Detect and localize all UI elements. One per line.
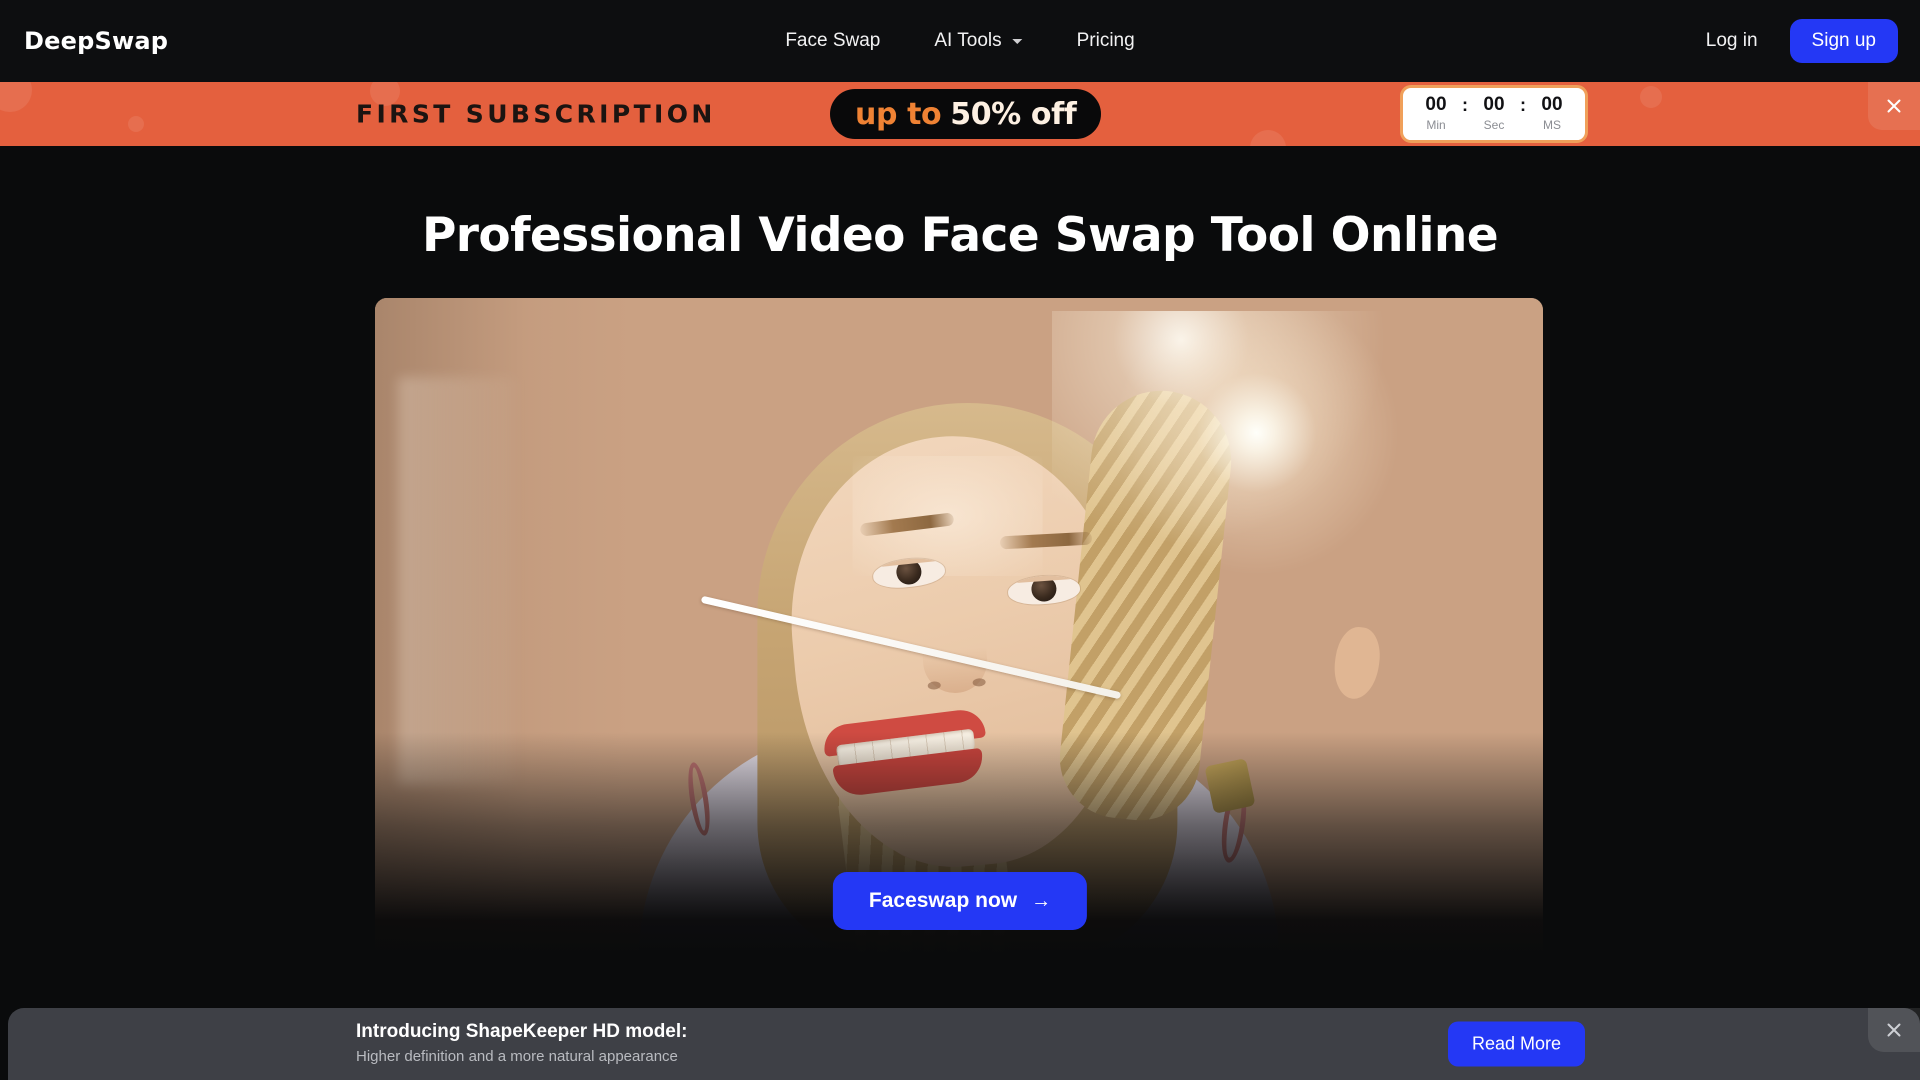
notice-text-group: Introducing ShapeKeeper HD model: Higher…: [356, 1021, 687, 1065]
page-title: Professional Video Face Swap Tool Online: [421, 208, 1499, 263]
timer-seconds-value: 00: [1483, 94, 1505, 116]
faceswap-now-button[interactable]: Faceswap now →: [832, 872, 1088, 930]
timer-separator: :: [1520, 95, 1526, 116]
nav-label-ai-tools: AI Tools: [934, 30, 1002, 51]
main-navigation: Face Swap AI Tools Pricing: [758, 0, 1161, 82]
site-header: DeepSwap Face Swap AI Tools Pricing Log …: [0, 0, 1920, 82]
decorative-dot: [1640, 86, 1662, 108]
timer-minutes-label: Min: [1426, 117, 1446, 132]
close-icon: [1887, 99, 1901, 113]
photo-door: [398, 376, 516, 785]
read-more-button[interactable]: Read More: [1448, 1021, 1586, 1067]
timer-minutes-value: 00: [1425, 94, 1447, 116]
header-actions: Log in Sign up: [1696, 19, 1898, 63]
site-logo[interactable]: DeepSwap: [24, 27, 168, 55]
promo-banner[interactable]: FIRST SUBSCRIPTION up to 50% off 00 Min …: [0, 82, 1920, 146]
timer-minutes: 00 Min: [1419, 95, 1453, 134]
login-link[interactable]: Log in: [1696, 24, 1768, 58]
hero-video-preview[interactable]: [375, 298, 1543, 956]
promo-close-button[interactable]: [1868, 82, 1920, 130]
nav-item-pricing[interactable]: Pricing: [1050, 0, 1162, 82]
nav-label-pricing: Pricing: [1076, 30, 1135, 51]
promo-offer-amount: 50% off: [950, 96, 1077, 132]
nav-item-face-swap[interactable]: Face Swap: [758, 0, 907, 82]
notice-title: Introducing ShapeKeeper HD model:: [356, 1021, 688, 1042]
decorative-dot: [1250, 130, 1286, 146]
chevron-down-icon: [1012, 38, 1023, 44]
decorative-dot: [128, 116, 144, 132]
nav-item-ai-tools[interactable]: AI Tools: [907, 0, 1049, 82]
arrow-right-icon: →: [1031, 890, 1052, 912]
page-root: DeepSwap Face Swap AI Tools Pricing Log …: [0, 0, 1920, 1080]
timer-seconds: 00 Sec: [1477, 95, 1511, 134]
countdown-timer: 00 Min : 00 Sec : 00 MS: [1400, 85, 1588, 143]
nav-label-face-swap: Face Swap: [785, 30, 881, 51]
nostril-left: [927, 681, 942, 690]
decorative-dot: [0, 82, 32, 112]
notice-subtitle: Higher definition and a more natural app…: [356, 1048, 678, 1065]
close-icon: [1887, 1023, 1901, 1037]
timer-milliseconds-label: MS: [1543, 117, 1561, 132]
cta-label: Faceswap now: [868, 889, 1018, 912]
timer-milliseconds: 00 MS: [1535, 95, 1569, 134]
signup-button[interactable]: Sign up: [1789, 19, 1898, 63]
timer-seconds-label: Sec: [1483, 117, 1505, 132]
hero-photo: [375, 298, 1543, 956]
promo-offer-pill: up to 50% off: [830, 89, 1102, 139]
timer-milliseconds-value: 00: [1541, 94, 1563, 116]
bottom-notice-bar: Introducing ShapeKeeper HD model: Higher…: [8, 1008, 1920, 1080]
promo-title: FIRST SUBSCRIPTION: [356, 99, 716, 129]
promo-offer-prefix: up to: [855, 96, 942, 132]
timer-separator: :: [1462, 95, 1468, 116]
notice-close-button[interactable]: [1868, 1008, 1920, 1052]
